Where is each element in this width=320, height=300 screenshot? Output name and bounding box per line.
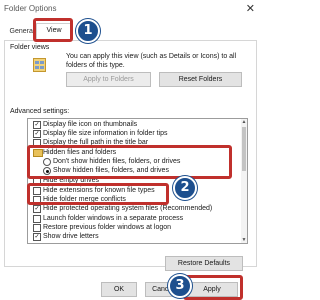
list-item[interactable]: ✓ Show drive letters: [28, 233, 243, 241]
scroll-down-icon[interactable]: ▼: [241, 237, 247, 243]
title-bar: Folder Options ✕: [0, 0, 261, 20]
highlight-view-tab: [33, 18, 73, 42]
advanced-settings-list: ✓ Display file icon on thumbnails ✓ Disp…: [27, 118, 248, 244]
list-scrollbar[interactable]: ▲ ▼: [241, 119, 247, 243]
list-item-label: Launch folder windows in a separate proc…: [43, 215, 184, 222]
close-icon[interactable]: ✕: [246, 2, 255, 15]
step-badge-3: 3: [168, 274, 192, 298]
list-item[interactable]: ✓ Display file size information in folde…: [28, 130, 243, 138]
step-badge-1: 1: [76, 19, 100, 43]
restore-defaults-button[interactable]: Restore Defaults: [165, 256, 243, 271]
list-item-label: Hide protected operating system files (R…: [43, 205, 213, 212]
list-item[interactable]: Restore previous folder windows at logon: [28, 224, 243, 232]
checkbox[interactable]: [33, 224, 41, 232]
folder-icon: [33, 58, 46, 72]
scroll-up-icon[interactable]: ▲: [241, 119, 247, 125]
folder-views-description: You can apply this view (such as Details…: [66, 53, 237, 69]
window-title: Folder Options: [4, 4, 57, 13]
list-item[interactable]: ✓ Display file icon on thumbnails: [28, 121, 243, 129]
checkbox[interactable]: [33, 215, 41, 223]
reset-folders-button[interactable]: Reset Folders: [159, 72, 242, 87]
ok-button[interactable]: OK: [101, 282, 137, 297]
checkbox[interactable]: ✓: [33, 205, 41, 213]
list-item[interactable]: ✓ Hide protected operating system files …: [28, 205, 243, 213]
list-item[interactable]: Launch folder windows in a separate proc…: [28, 215, 243, 223]
apply-to-folders-button[interactable]: Apply to Folders: [66, 72, 151, 87]
highlight-hidden-files: [27, 145, 232, 179]
highlight-hide-extensions: [27, 183, 169, 205]
scroll-thumb[interactable]: [242, 127, 246, 171]
list-item-label: Display file size information in folder …: [43, 130, 168, 137]
list-item-label: Show drive letters: [43, 233, 99, 240]
checkbox[interactable]: ✓: [33, 233, 41, 241]
highlight-apply-button: [183, 275, 243, 300]
checkbox[interactable]: ✓: [33, 130, 41, 138]
list-item-label: Display file icon on thumbnails: [43, 121, 138, 128]
list-item-label: Restore previous folder windows at logon: [43, 224, 172, 231]
advanced-settings-label: Advanced settings:: [10, 108, 70, 115]
checkbox[interactable]: ✓: [33, 121, 41, 129]
folder-views-label: Folder views: [10, 44, 50, 51]
step-badge-2: 2: [173, 176, 197, 200]
